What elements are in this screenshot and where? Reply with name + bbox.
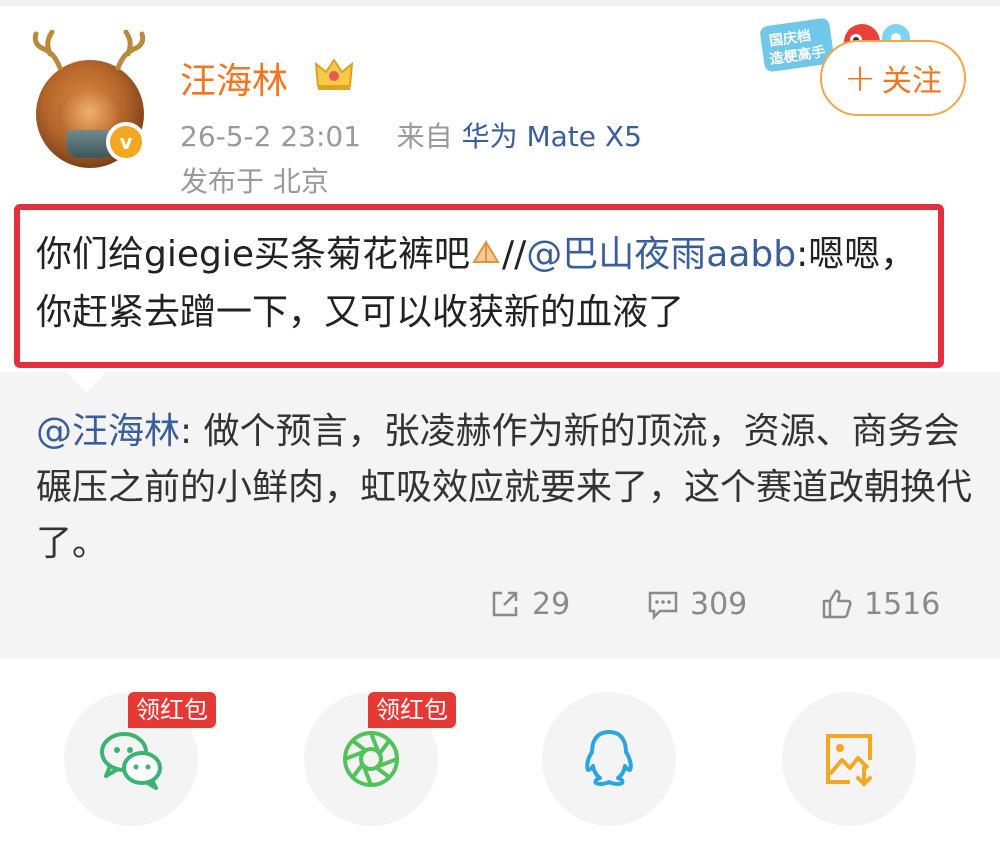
red-packet-badge[interactable]: 领红包 — [128, 692, 216, 728]
mention-link[interactable]: @巴山夜雨aabb — [526, 234, 796, 275]
comment-icon — [648, 591, 678, 621]
moments-icon — [343, 731, 399, 787]
comment-count[interactable]: 309 — [646, 584, 747, 624]
save-image-button[interactable] — [782, 692, 916, 826]
follow-label: 关注 — [881, 64, 942, 99]
quote-pointer — [66, 372, 106, 392]
post-text: 你们给giegie买条菊花裤吧//@巴山夜雨aabb:嗯嗯，你赶紧去蹭一下，又可… — [36, 226, 936, 342]
device-source[interactable]: 华为 Mate X5 — [462, 120, 642, 153]
comment-count-value: 309 — [690, 586, 748, 622]
wechat-icon — [100, 732, 162, 790]
repost-count-value: 29 — [532, 586, 571, 622]
repost-separator: // — [502, 234, 527, 275]
repost-count[interactable]: 29 — [488, 584, 570, 624]
top-divider — [0, 0, 1000, 6]
pray-hands-icon — [472, 240, 500, 263]
crown-icon[interactable] — [314, 56, 354, 92]
location: 发布于 北京 — [180, 165, 329, 198]
antler-right-icon — [115, 30, 146, 70]
qq-icon — [585, 730, 633, 786]
verified-badge-icon: v — [106, 122, 146, 162]
post-meta: 26-5-2 23:01 来自 华为 Mate X5 — [180, 115, 642, 155]
thumbs-up-icon — [822, 589, 852, 619]
save-image-icon — [826, 734, 872, 786]
post-text-prefix: 你们给giegie买条菊花裤吧 — [36, 234, 471, 275]
like-count-value: 1516 — [864, 586, 941, 622]
timestamp: 26-5-2 23:01 — [180, 120, 362, 153]
like-count[interactable]: 1516 — [820, 584, 940, 624]
original-author-mention[interactable]: @汪海林 — [36, 411, 180, 452]
antler-left-icon — [32, 30, 63, 70]
red-packet-badge[interactable]: 领红包 — [368, 692, 456, 728]
original-post-text: @汪海林: 做个预言，张凌赫作为新的顶流，资源、商务会碾压之前的小鲜肉，虹吸效应… — [36, 404, 976, 572]
share-qq-button[interactable] — [542, 692, 676, 826]
from-label: 来自 — [396, 120, 453, 153]
repost-icon — [492, 591, 518, 617]
follow-button[interactable]: + 关注 — [820, 40, 966, 116]
username[interactable]: 汪海林 — [180, 52, 288, 104]
plus-icon: + — [844, 56, 876, 100]
